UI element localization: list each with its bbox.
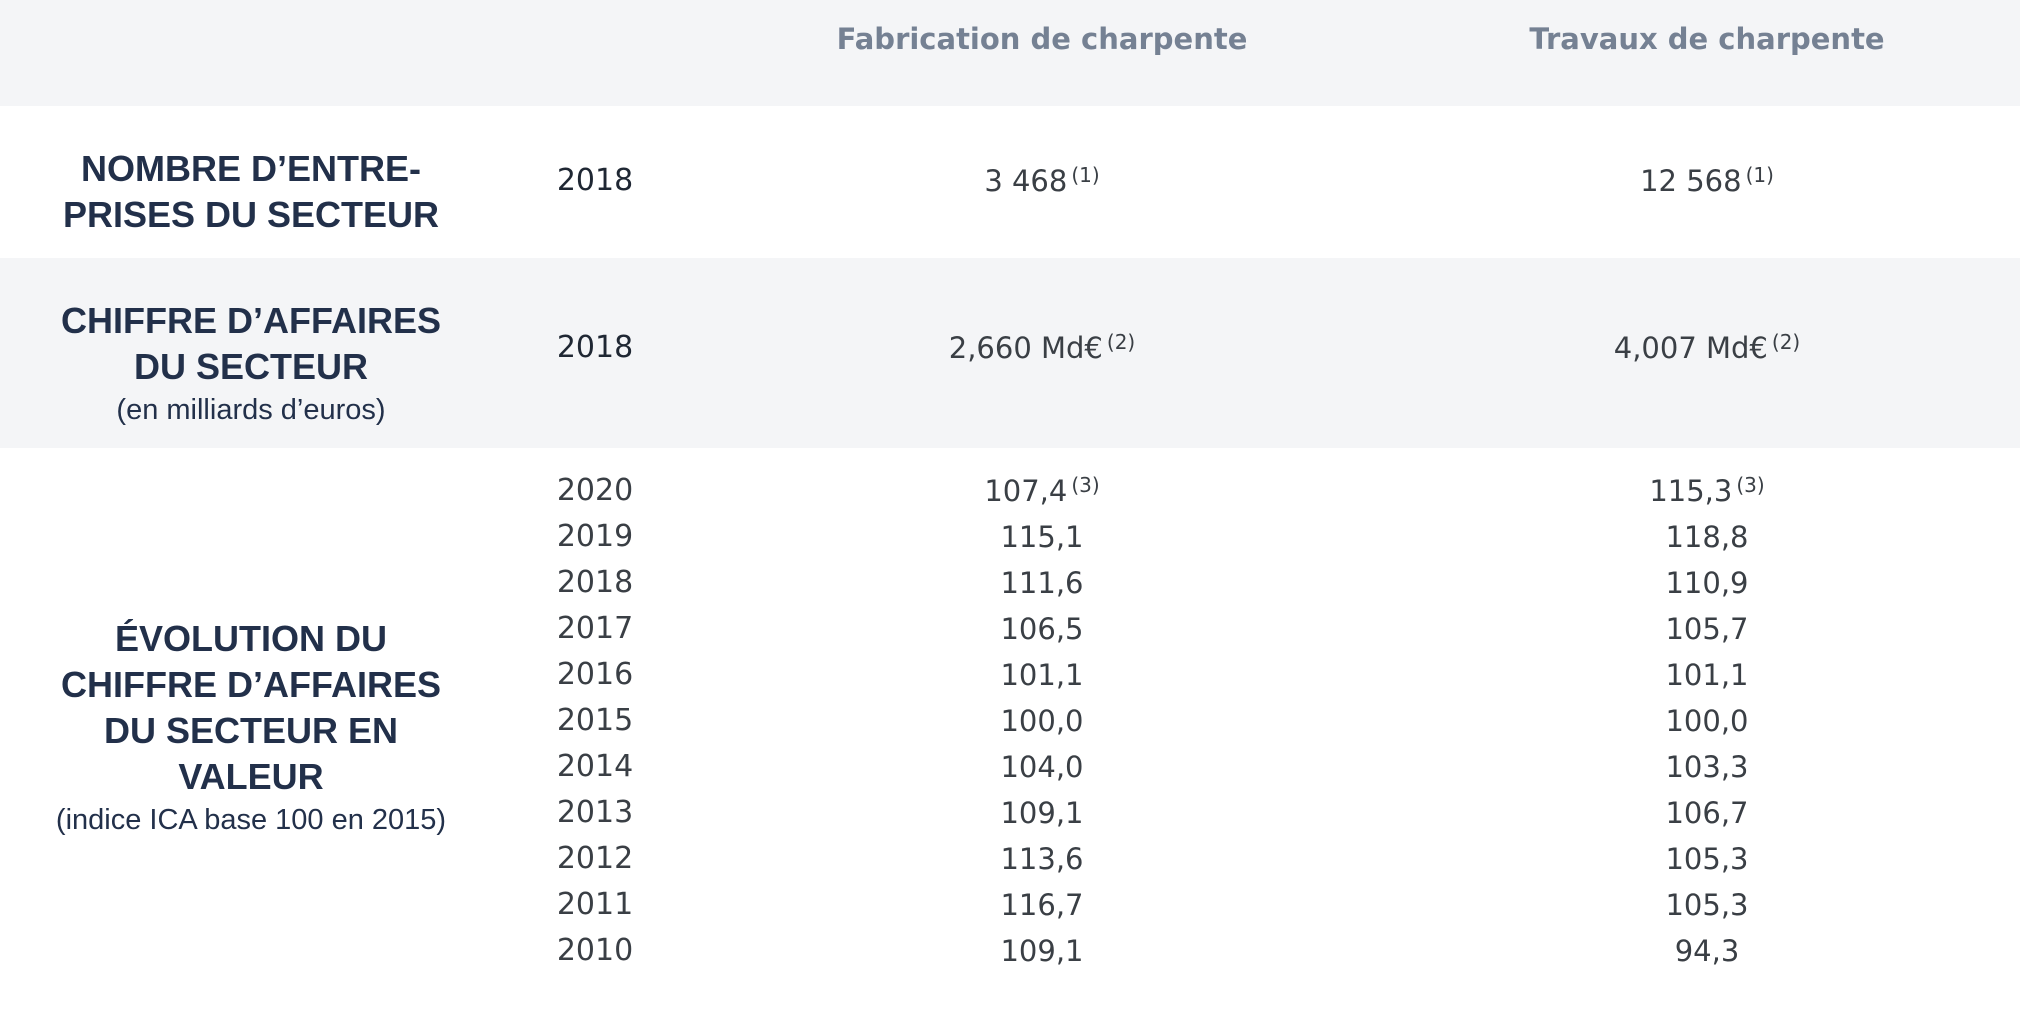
value-cell-fabrication: 109,1	[692, 928, 1392, 974]
value-cell-fabrication: 2,660 Md€ (2)	[692, 328, 1392, 368]
value-text: 107,4	[984, 474, 1068, 508]
value-text: 94,3	[1674, 934, 1740, 968]
footnote-ref: (3)	[1071, 473, 1100, 497]
value-cell-travaux: 103,3	[1357, 744, 2020, 790]
value-text: 4,007 Md€	[1613, 331, 1768, 365]
value-text: 106,5	[1000, 612, 1084, 646]
year-cell: 2018	[556, 330, 634, 365]
value-text: 109,1	[1000, 796, 1084, 830]
footnote-ref: (1)	[1071, 163, 1100, 187]
value-cell-fabrication: 116,7	[692, 882, 1392, 928]
value-text: 111,6	[1000, 566, 1084, 600]
value-cell-travaux: 115,3 (3)	[1357, 468, 2020, 514]
column-header-fabrication: Fabrication de charpente	[836, 22, 1248, 56]
footnote-ref: (1)	[1745, 163, 1774, 187]
value-text: 105,3	[1665, 842, 1749, 876]
year-cell: 2016	[556, 657, 634, 692]
value-cell-fabrication: 104,0	[692, 744, 1392, 790]
value-cell-travaux: 105,3	[1357, 836, 2020, 882]
section-chiffre-affaires: CHIFFRE D’AFFAIRES DU SECTEUR (en millia…	[0, 258, 2020, 448]
table-row: 2015 100,0 100,0	[0, 698, 2020, 744]
sector-data-table: Fabrication de charpente Travaux de char…	[0, 0, 2020, 1010]
value-text: 106,7	[1665, 796, 1749, 830]
section-evolution: ÉVOLUTION DU CHIFFRE D’AFFAIRES DU SECTE…	[0, 448, 2020, 1010]
value-text: 100,0	[1000, 704, 1084, 738]
table-row: 2017 106,5 105,7	[0, 606, 2020, 652]
section-subtitle: (en milliards d’euros)	[116, 394, 386, 426]
value-text: 100,0	[1665, 704, 1749, 738]
value-cell-travaux: 110,9	[1357, 560, 2020, 606]
year-cell: 2018	[556, 163, 634, 198]
value-cell-fabrication: 107,4 (3)	[692, 468, 1392, 514]
table-row: 2012 113,6 105,3	[0, 836, 2020, 882]
year-cell: 2015	[556, 703, 634, 738]
value-text: 109,1	[1000, 934, 1084, 968]
table-row: 2013 109,1 106,7	[0, 790, 2020, 836]
value-cell-travaux: 105,7	[1357, 606, 2020, 652]
footnote-ref: (2)	[1106, 330, 1136, 354]
value-text: 101,1	[1665, 658, 1749, 692]
section-nombre-entreprises: NOMBRE D’ENTRE- PRISES DU SECTEUR 2018 3…	[0, 106, 2020, 258]
year-cell: 2018	[556, 565, 634, 600]
year-cell: 2014	[556, 749, 634, 784]
section-label: CHIFFRE D’AFFAIRES DU SECTEUR (en millia…	[0, 298, 502, 430]
value-cell-fabrication: 111,6	[692, 560, 1392, 606]
table-row: 2014 104,0 103,3	[0, 744, 2020, 790]
year-cell: 2020	[556, 473, 634, 508]
value-cell-travaux: 12 568 (1)	[1357, 161, 2020, 201]
value-text: 116,7	[1000, 888, 1084, 922]
value-cell-fabrication: 113,6	[692, 836, 1392, 882]
value-text: 113,6	[1000, 842, 1084, 876]
value-text: 101,1	[1000, 658, 1084, 692]
footnote-ref: (3)	[1736, 473, 1765, 497]
year-cell: 2012	[556, 841, 634, 876]
value-cell-fabrication: 3 468 (1)	[692, 161, 1392, 201]
table-row: 2020 107,4 (3) 115,3 (3)	[0, 468, 2020, 514]
value-cell-fabrication: 101,1	[692, 652, 1392, 698]
value-cell-travaux: 100,0	[1357, 698, 2020, 744]
table-row: 2011 116,7 105,3	[0, 882, 2020, 928]
value-cell-travaux: 101,1	[1357, 652, 2020, 698]
section-title-line: NOMBRE D’ENTRE-	[81, 148, 421, 189]
value-text: 115,1	[1000, 520, 1084, 554]
value-cell-travaux: 105,3	[1357, 882, 2020, 928]
table-header: Fabrication de charpente Travaux de char…	[0, 0, 2020, 106]
value-text: 118,8	[1665, 520, 1749, 554]
value-cell-fabrication: 106,5	[692, 606, 1392, 652]
value-text: 3 468	[984, 164, 1068, 198]
section-title-line: PRISES DU SECTEUR	[62, 194, 440, 235]
section-label: NOMBRE D’ENTRE- PRISES DU SECTEUR	[0, 146, 502, 238]
year-cell: 2019	[556, 519, 634, 554]
value-text: 105,3	[1665, 888, 1749, 922]
value-text: 2,660 Md€	[948, 331, 1103, 365]
year-cell: 2011	[556, 887, 634, 922]
value-cell-fabrication: 100,0	[692, 698, 1392, 744]
value-text: 110,9	[1665, 566, 1749, 600]
value-cell-fabrication: 109,1	[692, 790, 1392, 836]
value-cell-fabrication: 115,1	[692, 514, 1392, 560]
section-title-line: CHIFFRE D’AFFAIRES	[60, 300, 441, 341]
year-cell: 2017	[556, 611, 634, 646]
value-cell-travaux: 94,3	[1357, 928, 2020, 974]
value-text: 105,7	[1665, 612, 1749, 646]
value-text: 104,0	[1000, 750, 1084, 784]
value-text: 115,3	[1649, 474, 1733, 508]
footnote-ref: (2)	[1771, 330, 1801, 354]
value-cell-travaux: 106,7	[1357, 790, 2020, 836]
table-row: 2019 115,1 118,8	[0, 514, 2020, 560]
section-title-line: DU SECTEUR	[133, 346, 369, 387]
year-cell: 2010	[556, 933, 634, 968]
value-text: 103,3	[1665, 750, 1749, 784]
value-text: 12 568	[1640, 164, 1742, 198]
table-row: 2018 111,6 110,9	[0, 560, 2020, 606]
year-cell: 2013	[556, 795, 634, 830]
table-row: 2010 109,1 94,3	[0, 928, 2020, 974]
value-cell-travaux: 4,007 Md€ (2)	[1357, 328, 2020, 368]
table-row: 2016 101,1 101,1	[0, 652, 2020, 698]
value-cell-travaux: 118,8	[1357, 514, 2020, 560]
column-header-travaux: Travaux de charpente	[1529, 22, 1885, 56]
